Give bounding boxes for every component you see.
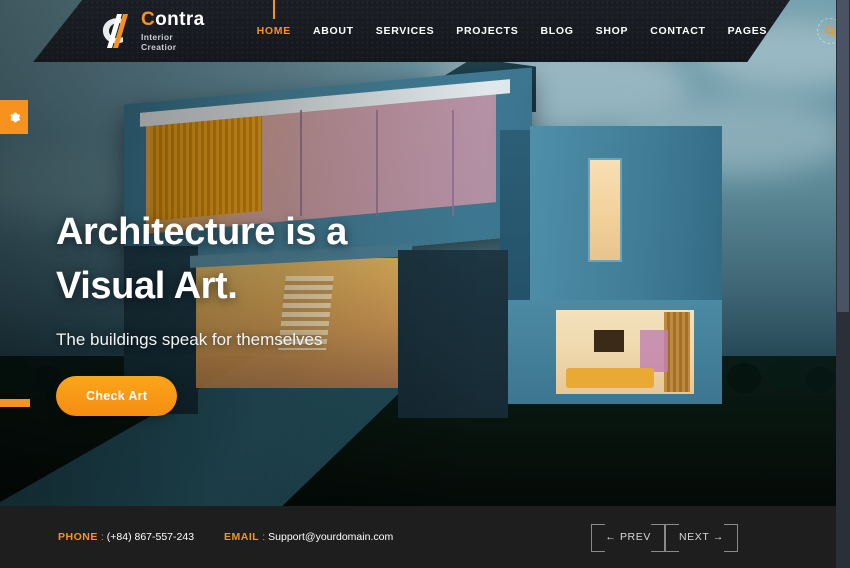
nav-item-home[interactable]: HOME	[257, 25, 291, 37]
hero-copy: Architecture is a Visual Art. The buildi…	[56, 206, 347, 416]
slide-position-indicator[interactable]	[0, 399, 30, 407]
header-nav-row: Contra Interior Creatior HOME ABOUT SERV…	[0, 0, 844, 62]
logo-title-accent: C	[141, 9, 156, 30]
footer-phone-separator: :	[100, 531, 104, 543]
slider-navigation: ← PREV NEXT →	[591, 524, 739, 552]
prev-slide-label: ← PREV	[605, 531, 651, 543]
site-header: Contra Interior Creatior HOME ABOUT SERV…	[0, 0, 844, 62]
main-navigation: HOME ABOUT SERVICES PROJECTS BLOG SHOP C…	[257, 18, 844, 44]
footer-email-value: Support@yourdomain.com	[268, 531, 394, 543]
next-slide-button[interactable]: NEXT →	[664, 524, 739, 552]
footer-phone[interactable]: PHONE: (+84) 867-557-243	[58, 531, 194, 543]
hero-title-line2: Visual Art.	[56, 264, 238, 307]
scrollbar-thumb[interactable]	[837, 0, 849, 312]
logo-title: Contra	[141, 10, 205, 29]
footer-email[interactable]: EMAIL: Support@yourdomain.com	[224, 531, 393, 543]
check-art-button[interactable]: Check Art	[56, 375, 178, 416]
contra-monogram-icon	[98, 12, 132, 50]
page-root: Architecture is a Visual Art. The buildi…	[0, 0, 850, 568]
footer-phone-value: (+84) 867-557-243	[106, 531, 195, 543]
logo-tagline: Interior Creatior	[141, 32, 177, 52]
footer-email-label: EMAIL	[224, 531, 260, 543]
nav-item-shop[interactable]: SHOP	[596, 25, 629, 37]
next-slide-label: NEXT →	[679, 531, 724, 543]
site-footer: PHONE: (+84) 867-557-243 EMAIL: Support@yo…	[0, 506, 836, 568]
nav-item-services[interactable]: SERVICES	[376, 25, 435, 37]
nav-item-contact[interactable]: CONTACT	[650, 25, 705, 37]
prev-text: PREV	[619, 531, 651, 543]
arrow-left-icon: ←	[605, 531, 617, 543]
footer-phone-label: PHONE	[58, 531, 98, 543]
nav-item-about[interactable]: ABOUT	[313, 25, 354, 37]
hero-subtitle: The buildings speak for themselves	[56, 329, 323, 349]
footer-contact-group: PHONE: (+84) 867-557-243 EMAIL: Support@yo…	[58, 531, 393, 543]
logo-text-block: Contra Interior Creatior	[141, 10, 205, 52]
page-scrollbar[interactable]	[836, 0, 850, 568]
site-logo[interactable]: Contra Interior Creatior	[98, 10, 205, 52]
hero-title-line1: Architecture is a	[56, 211, 347, 253]
footer-email-separator: :	[262, 531, 266, 543]
arrow-right-icon: →	[712, 531, 724, 543]
gear-icon[interactable]	[0, 100, 28, 134]
prev-slide-button[interactable]: ← PREV	[591, 524, 665, 552]
nav-item-pages[interactable]: PAGES	[728, 25, 767, 37]
nav-item-blog[interactable]: BLOG	[541, 25, 574, 37]
nav-item-projects[interactable]: PROJECTS	[456, 25, 518, 37]
next-text: NEXT	[678, 531, 710, 543]
logo-title-rest: ontra	[155, 9, 205, 30]
